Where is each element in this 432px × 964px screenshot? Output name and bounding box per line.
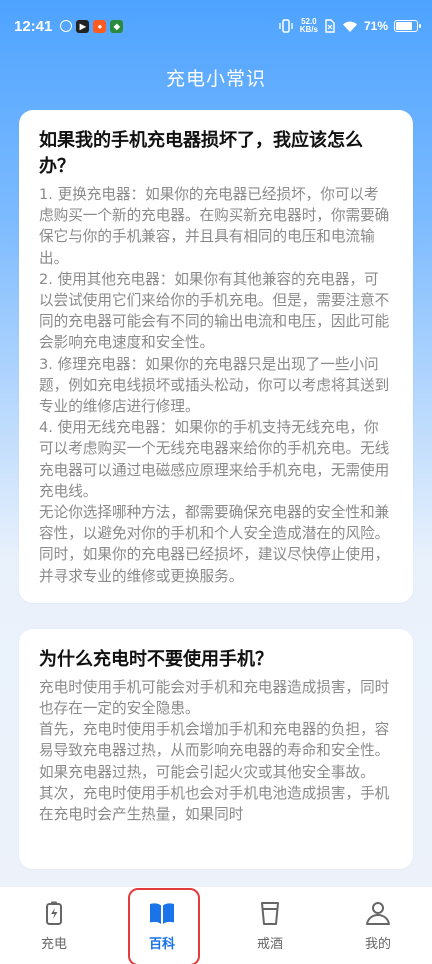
article-body: 1. 更换充电器：如果你的充电器已经损坏，你可以考虑购买一个新的充电器。在购买新… xyxy=(39,184,393,587)
user-icon xyxy=(366,902,390,925)
shopping-app-icon: ● xyxy=(93,19,107,33)
app-notification-icon xyxy=(60,20,73,32)
article-paragraph: 1. 更换充电器：如果你的充电器已经损坏，你可以考虑购买一个新的充电器。在购买新… xyxy=(39,186,390,267)
video-app-icon: ▶ xyxy=(76,19,90,33)
article-card[interactable]: 如果我的手机充电器损坏了，我应该怎么办？ 1. 更换充电器：如果你的充电器已经损… xyxy=(19,110,413,603)
status-indicators: 52.0 KB/s 71% xyxy=(278,18,421,34)
article-paragraph: 其次，充电时使用手机也会对手机电池造成损害，手机在充电时会产生热量，如果同时 xyxy=(39,784,390,824)
bottom-tab-bar: 充电 百科 戒酒 我的 xyxy=(0,886,432,964)
article-paragraph: 4. 使用无线充电器：如果你的手机支持无线充电，你可以考虑购买一个无线充电器来给… xyxy=(39,419,390,500)
sim-off-icon xyxy=(325,19,335,33)
tab-profile-label: 我的 xyxy=(364,937,391,952)
network-speed-unit: KB/s xyxy=(299,25,318,34)
tab-quit-drinking-label: 戒酒 xyxy=(256,937,283,952)
game-app-icon: ◆ xyxy=(110,19,124,33)
network-speed: 52.0 KB/s xyxy=(300,18,318,34)
article-paragraph: 无论你选择哪种方法，都需要确保充电器的安全性和兼容性，以避免对你的手机和个人安全… xyxy=(39,504,390,585)
article-card[interactable]: 为什么充电时不要使用手机？ 充电时使用手机可能会对手机和充电器造成损害，同时也存… xyxy=(19,628,413,869)
article-list[interactable]: 如果我的手机充电器损坏了，我应该怎么办？ 1. 更换充电器：如果你的充电器已经损… xyxy=(19,110,413,895)
article-body: 充电时使用手机可能会对手机和充电器造成损害，同时也存在一定的安全隐患。 首先，充… xyxy=(39,677,393,825)
status-bar: 12:41 ▶ ● ◆ 52.0 KB/s 71% xyxy=(0,0,432,52)
tab-profile[interactable]: 我的 xyxy=(338,899,418,952)
open-book-icon xyxy=(150,903,174,924)
tab-encyclopedia-label: 百科 xyxy=(148,937,175,952)
tab-quit-drinking[interactable]: 戒酒 xyxy=(230,899,310,952)
article-paragraph: 2. 使用其他充电器：如果你有其他兼容的充电器，可以尝试使用它们来给你的手机充电… xyxy=(39,270,390,352)
vibrate-icon xyxy=(279,19,293,33)
tab-charge[interactable]: 充电 xyxy=(14,899,94,952)
battery-charging-icon xyxy=(46,901,62,925)
article-title: 如果我的手机充电器损坏了，我应该怎么办？ xyxy=(39,130,363,177)
status-time: 12:41 xyxy=(14,17,53,35)
article-paragraph: 3. 修理充电器：如果你的充电器只是出现了一些小问题，例如充电线损坏或插头松动，… xyxy=(39,355,390,416)
tab-encyclopedia[interactable]: 百科 xyxy=(122,899,202,952)
cup-icon xyxy=(261,902,279,925)
tab-charge-label: 充电 xyxy=(40,937,67,952)
article-paragraph: 首先，充电时使用手机会增加手机和充电器的负担，容易导致充电器过热，从而影响充电器… xyxy=(39,721,390,781)
article-title: 为什么充电时不要使用手机？ xyxy=(39,648,273,670)
page-title: 充电小常识 xyxy=(165,68,266,90)
article-paragraph: 充电时使用手机可能会对手机和充电器造成损害，同时也存在一定的安全隐患。 xyxy=(39,678,390,718)
battery-icon xyxy=(394,20,421,32)
battery-percent: 71% xyxy=(363,19,388,33)
wifi-icon xyxy=(342,21,357,32)
status-app-icons: ▶ ● ◆ xyxy=(60,19,124,33)
